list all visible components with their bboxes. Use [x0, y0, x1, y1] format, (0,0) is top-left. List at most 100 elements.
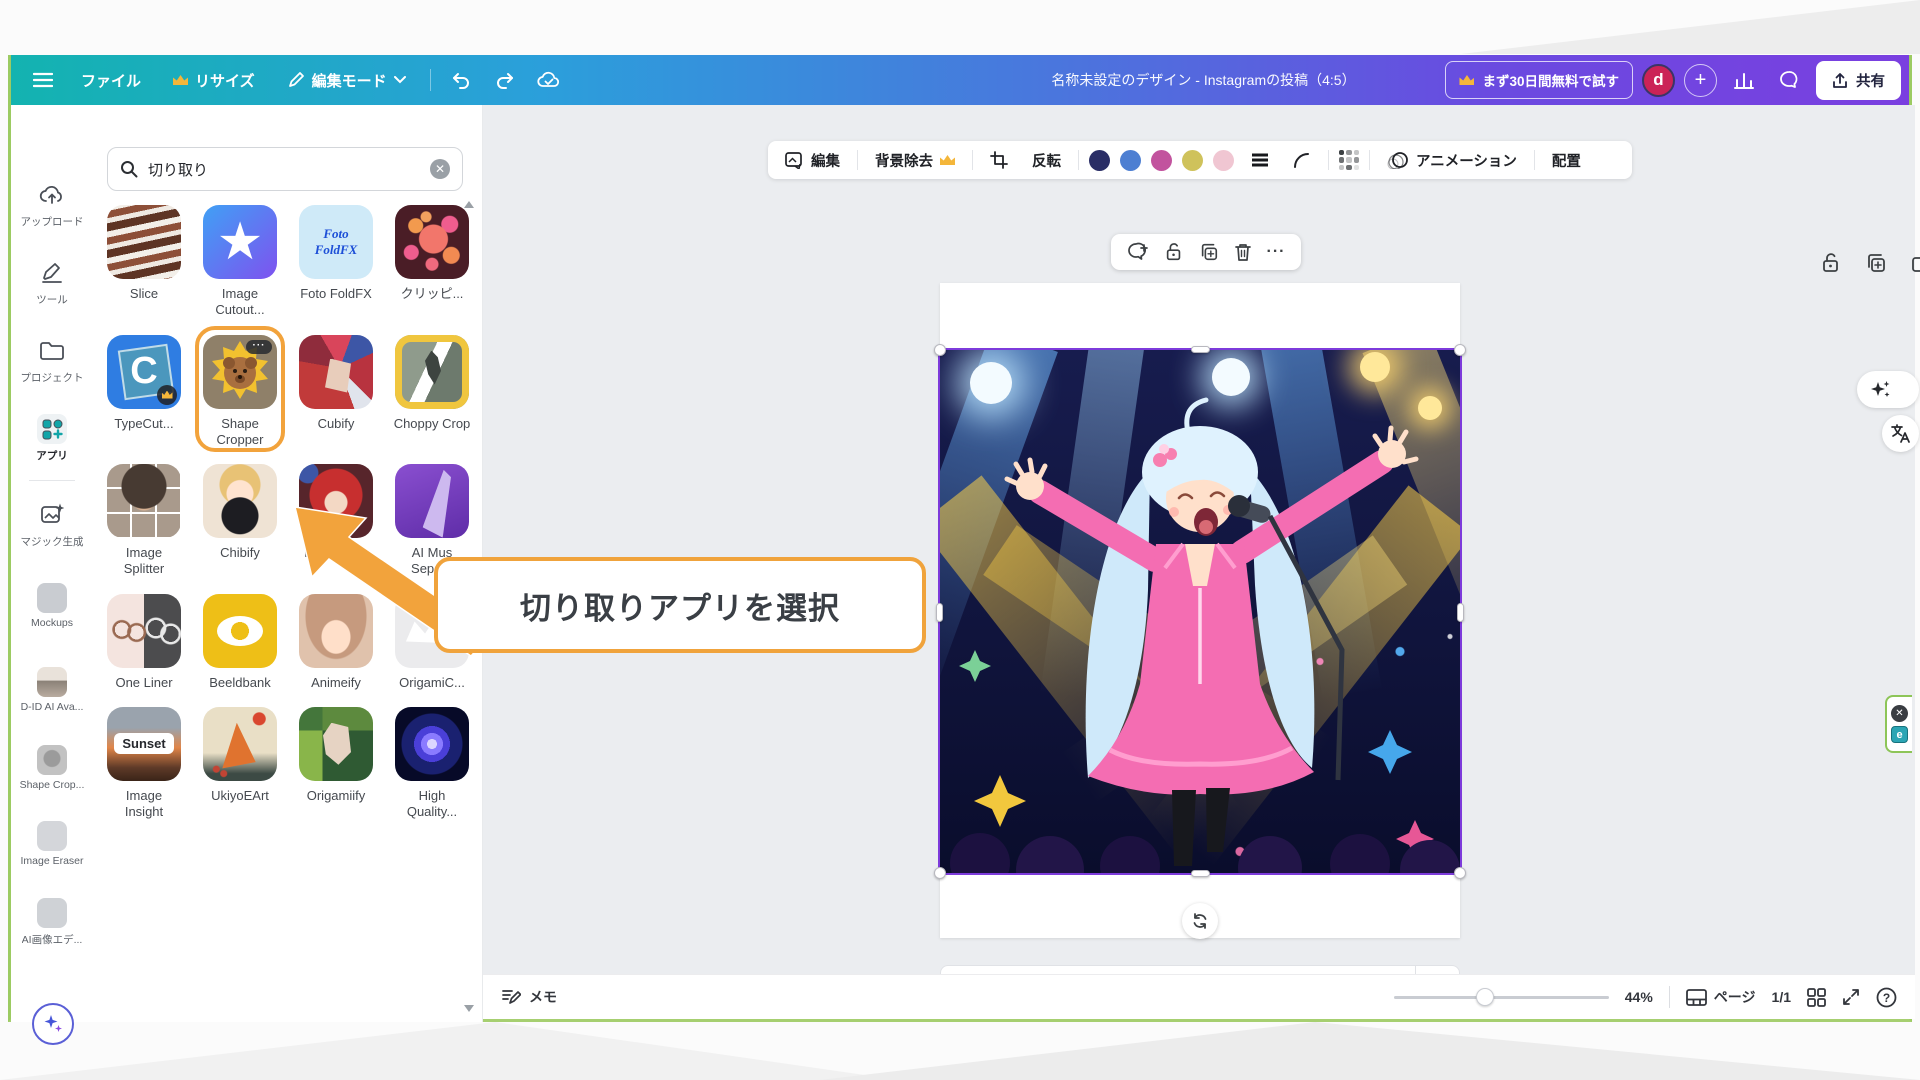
pro-crown-badge [157, 385, 177, 405]
clear-search-icon[interactable]: ✕ [430, 159, 450, 179]
app-tile-image-splitter[interactable]: Image Splitter [105, 464, 183, 578]
magic-assistant-button[interactable] [32, 1003, 74, 1045]
app-tile-chibify[interactable]: Chibify [201, 464, 279, 578]
document-title[interactable]: 名称未設定のデザイン - Instagramの投稿（4:5） [1011, 55, 1396, 105]
more-options-icon[interactable]: ··· [1267, 243, 1286, 261]
rail-item-image-eraser[interactable]: Image Eraser [11, 821, 93, 867]
high-quality-thumbnail [395, 707, 469, 781]
flip-button[interactable]: 反転 [1025, 145, 1068, 176]
stage-singer-image[interactable] [940, 350, 1460, 873]
app-tile-choppy-crop[interactable]: Choppy Crop [393, 335, 471, 449]
crown-icon [1459, 75, 1474, 85]
pages-view-button[interactable]: ページ [1686, 987, 1756, 1007]
app-tile-fotofoldfx[interactable]: Foto FoldFX Foto FoldFX [297, 205, 375, 319]
tutorial-callout: 切り取りアプリを選択 [434, 557, 926, 653]
rotate-button[interactable] [1182, 903, 1218, 939]
app-tile-cubify[interactable]: Cubify [297, 335, 375, 449]
singer-figure [940, 350, 1460, 873]
zoom-slider[interactable] [1394, 988, 1609, 1006]
app-tile-ukiyoeart[interactable]: UkiyoEArt [201, 707, 279, 821]
app-search-box[interactable]: ✕ [107, 147, 463, 191]
app-tile-animeify[interactable]: Animeify [297, 594, 375, 691]
app-tile-high-quality[interactable]: High Quality... [393, 707, 471, 821]
corner-rounding-button[interactable] [1286, 147, 1318, 173]
share-button[interactable]: 共有 [1816, 61, 1901, 100]
resize-button[interactable]: リサイズ [161, 63, 267, 98]
hamburger-menu-icon[interactable] [25, 62, 61, 98]
app-tile-slice[interactable]: Slice [105, 205, 183, 319]
add-member-button[interactable]: + [1684, 64, 1717, 97]
file-menu-button[interactable]: ファイル [69, 63, 153, 98]
redo-button[interactable] [487, 62, 523, 98]
rail-item-tools[interactable]: ツール [11, 258, 93, 307]
color-swatch-4[interactable] [1182, 150, 1203, 171]
zoom-percent[interactable]: 44% [1625, 989, 1653, 1005]
canva-editor-window: ファイル リサイズ 編集モード 名称未設定のデザイン - Instagra [8, 55, 1912, 1022]
notes-button[interactable]: メモ [501, 987, 557, 1007]
edit-mode-dropdown[interactable]: 編集モード [275, 63, 418, 98]
app-tile-image-insight[interactable]: Sunset Image Insight [105, 707, 183, 821]
user-avatar[interactable]: d [1642, 64, 1675, 97]
comment-add-icon[interactable] [1127, 242, 1149, 262]
position-button[interactable]: 配置 [1545, 145, 1588, 176]
zoom-slider-knob[interactable] [1476, 988, 1494, 1006]
design-page[interactable] [940, 283, 1460, 938]
animation-button[interactable]: アニメーション [1380, 145, 1524, 176]
rail-item-apps[interactable]: アプリ [11, 414, 93, 463]
crop-icon [990, 151, 1008, 169]
delete-icon[interactable] [1234, 242, 1252, 262]
magic-shortcut-button[interactable] [1857, 371, 1919, 408]
color-swatch-3[interactable] [1151, 150, 1172, 171]
add-page-icon[interactable] [1910, 252, 1920, 274]
app-tile-image-cutout[interactable]: ★ Image Cutout... [201, 205, 279, 319]
grid-view-icon[interactable] [1807, 988, 1826, 1007]
more-options-badge[interactable]: ··· [246, 340, 272, 354]
search-icon [120, 160, 138, 178]
page-action-icons [1820, 252, 1920, 274]
app-tile-shape-cropper[interactable]: ··· Shape Cropper [201, 335, 279, 449]
rail-item-projects[interactable]: プロジェクト [11, 336, 93, 385]
magic-image-icon [37, 500, 67, 530]
search-input[interactable] [148, 161, 398, 178]
color-swatch-5[interactable] [1213, 150, 1234, 171]
rail-item-shape-cropper[interactable]: Shape Crop... [11, 745, 93, 791]
transparency-button[interactable] [1339, 150, 1359, 170]
extension-close-icon[interactable]: ✕ [1891, 705, 1908, 722]
rail-item-ai-image-editor[interactable]: AI画像エデ... [11, 898, 93, 947]
rail-item-magic-generate[interactable]: マジック生成 [11, 500, 93, 549]
color-swatch-2[interactable] [1120, 150, 1141, 171]
duplicate-page-icon[interactable] [1865, 252, 1887, 274]
help-icon[interactable]: ? [1876, 987, 1897, 1008]
app-tile-origamiify[interactable]: Origamiify [297, 707, 375, 821]
color-swatch-1[interactable] [1089, 150, 1110, 171]
background-remove-button[interactable]: 背景除去 [868, 145, 962, 176]
unlock-icon[interactable] [1164, 242, 1184, 262]
duplicate-icon[interactable] [1199, 242, 1219, 262]
unlock-page-icon[interactable] [1820, 252, 1842, 274]
app-tile-typecut[interactable]: C TypeCut... [105, 335, 183, 449]
edit-image-button[interactable]: 編集 [778, 145, 847, 176]
insights-button[interactable] [1726, 62, 1762, 98]
rail-item-uploads[interactable]: アップロード [11, 180, 93, 229]
translate-button[interactable] [1882, 415, 1919, 452]
scroll-down-arrow[interactable] [464, 1005, 474, 1012]
app-tile-clipping[interactable]: クリッピ... [393, 205, 471, 319]
undo-button[interactable] [443, 62, 479, 98]
file-menu-label: ファイル [81, 70, 141, 91]
cloud-save-status-icon[interactable] [531, 62, 567, 98]
spacing-button[interactable] [1244, 148, 1276, 172]
browser-extension-widget: ✕ e [1885, 695, 1912, 753]
rail-item-mockups[interactable]: Mockups [11, 583, 93, 629]
rail-item-did-avatar[interactable]: D-ID AI Ava... [11, 667, 93, 713]
app-tile-one-liner[interactable]: One Liner [105, 594, 183, 691]
comments-button[interactable] [1771, 62, 1807, 98]
sparkle-icon [41, 1012, 65, 1036]
extension-logo[interactable]: e [1891, 726, 1908, 743]
app-tile-mangacr[interactable]: MangaCr... [297, 464, 375, 578]
sparkle-icon [1869, 378, 1893, 402]
free-trial-button[interactable]: まず30日間無料で試す [1445, 61, 1633, 99]
app-tile-beeldbank[interactable]: Beeldbank [201, 594, 279, 691]
crop-button[interactable] [983, 146, 1015, 174]
fullscreen-icon[interactable] [1842, 988, 1860, 1006]
edit-mode-label: 編集モード [312, 70, 387, 91]
